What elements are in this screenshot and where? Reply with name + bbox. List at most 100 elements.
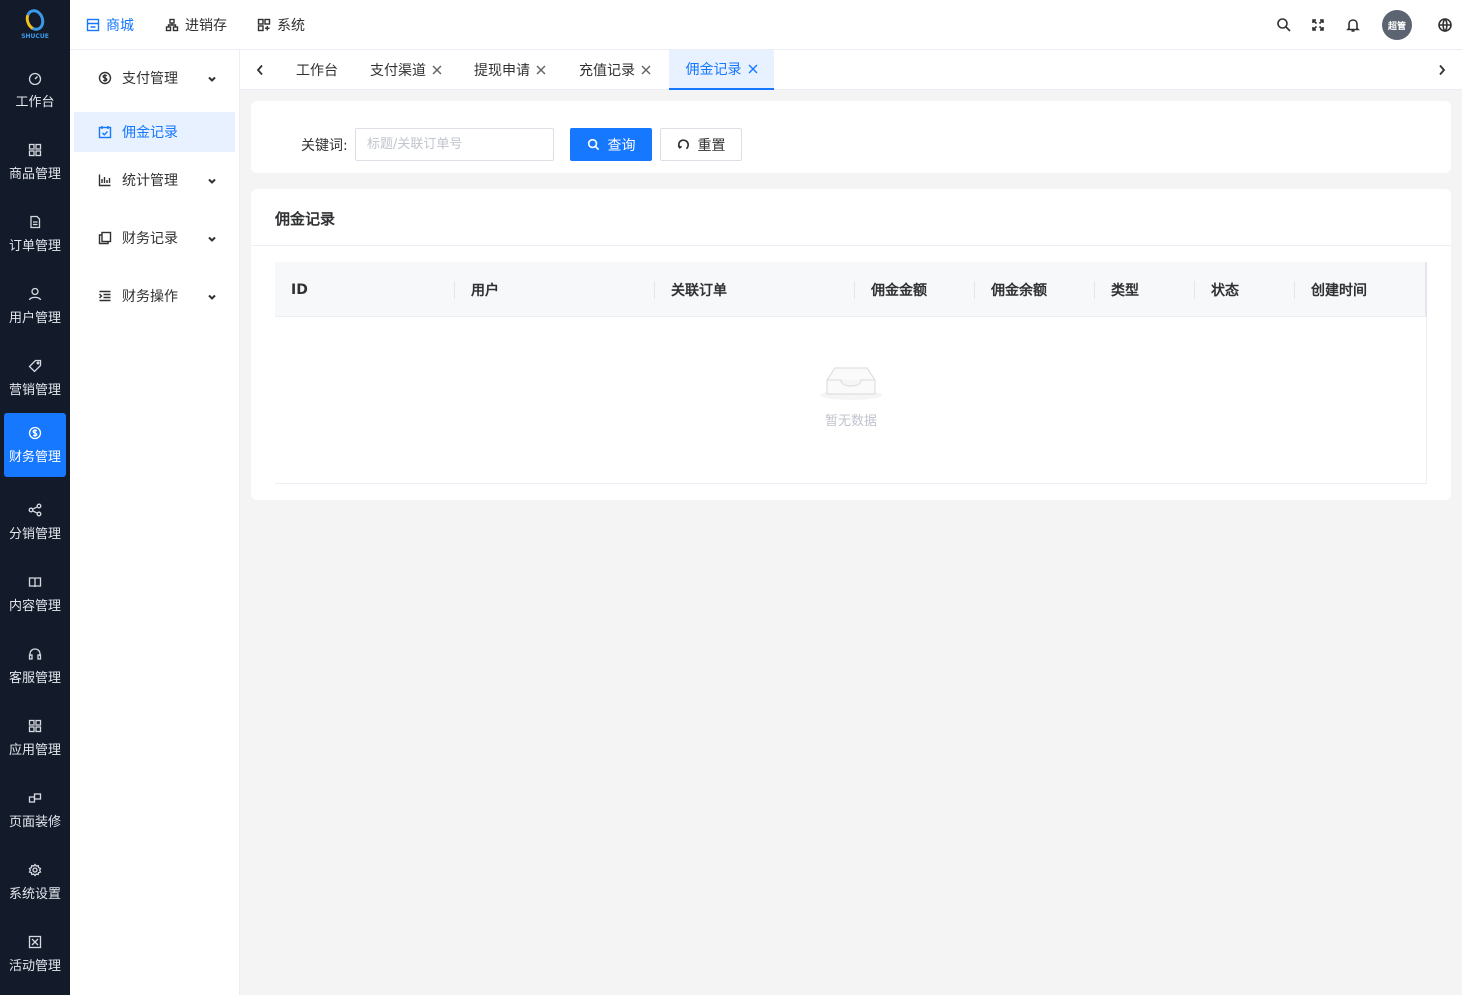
column-header-label: 用户 <box>471 282 499 299</box>
column-header-order[interactable]: 关联订单 <box>655 262 855 317</box>
rail-item-label: 页面装修 <box>8 814 61 830</box>
empty-state: 暂无数据 <box>275 362 1427 429</box>
rail-item-dashboard[interactable]: 工作台 <box>4 58 66 122</box>
rail-item-label: 应用管理 <box>8 742 61 758</box>
rail-item-service[interactable]: 客服管理 <box>4 634 66 698</box>
tab-label: 工作台 <box>296 63 338 79</box>
card-divider <box>251 245 1451 246</box>
empty-text: 暂无数据 <box>824 414 877 429</box>
tab-label: 提现申请 <box>474 63 530 79</box>
bar-chart-icon <box>98 173 112 187</box>
column-header-label: ID <box>291 281 308 298</box>
network-icon <box>165 18 179 32</box>
search-icon <box>587 138 599 151</box>
column-header-commission-amount[interactable]: 佣金金额 <box>855 262 975 317</box>
card-title: 佣金记录 <box>275 210 336 228</box>
keyword-input[interactable] <box>355 128 554 161</box>
submenu-finance-records[interactable]: 财务记录 <box>74 218 235 258</box>
commission-table: ID 用户 关联订单 佣金金额 佣金余额 类型 状态 创建时间 暂无数据 <box>275 262 1427 484</box>
topnav-inventory[interactable]: 进销存 <box>165 0 227 50</box>
rail-item-label: 订单管理 <box>8 238 61 254</box>
records-card: 佣金记录 ID 用户 关联订单 佣金金额 佣金余额 类型 状态 创建时间 暂无数… <box>251 189 1451 500</box>
topnav-label: 商城 <box>106 18 134 34</box>
refresh-icon <box>677 139 689 150</box>
rail-item-label: 分销管理 <box>8 526 61 542</box>
tabs-bar: 工作台 支付渠道 提现申请 充值记录 佣金记录 <box>240 50 1462 90</box>
apps-icon <box>28 719 42 733</box>
system-icon <box>257 18 271 32</box>
close-icon[interactable] <box>641 65 651 75</box>
top-header: 商城 进销存 系统 超管 <box>70 0 1462 50</box>
rail-item-label: 内容管理 <box>8 598 61 614</box>
fullscreen-icon[interactable] <box>1309 16 1327 34</box>
dashboard-icon <box>28 71 42 85</box>
column-header-id[interactable]: ID <box>275 262 455 317</box>
globe-icon[interactable] <box>1436 16 1454 34</box>
close-icon[interactable] <box>536 65 546 75</box>
rail-item-decoration[interactable]: 页面装修 <box>4 778 66 842</box>
rail-item-label: 营销管理 <box>8 382 61 398</box>
copy-icon <box>98 231 112 245</box>
column-header-user[interactable]: 用户 <box>455 262 655 317</box>
submenu-payment[interactable]: 支付管理 <box>74 58 235 98</box>
column-header-label: 状态 <box>1211 282 1239 299</box>
chevron-down-icon <box>207 290 217 300</box>
empty-box-icon <box>820 367 882 400</box>
tab-withdraw-requests[interactable]: 提现申请 <box>463 50 557 90</box>
chevron-down-icon <box>207 232 217 242</box>
tab-label: 充值记录 <box>579 63 635 79</box>
rail-item-marketing[interactable]: 营销管理 <box>4 346 66 410</box>
rail-item-label: 商品管理 <box>8 166 61 182</box>
close-icon[interactable] <box>748 64 758 74</box>
topnav-system[interactable]: 系统 <box>257 0 305 50</box>
calendar-check-icon <box>98 125 112 139</box>
table-header: ID 用户 关联订单 佣金金额 佣金余额 类型 状态 创建时间 <box>275 262 1427 317</box>
column-header-label: 关联订单 <box>671 282 727 299</box>
rail-item-label: 用户管理 <box>8 310 61 326</box>
tab-recharge-records[interactable]: 充值记录 <box>568 50 662 90</box>
column-header-status[interactable]: 状态 <box>1195 262 1295 317</box>
layout-icon <box>28 791 42 805</box>
submenu-statistics[interactable]: 统计管理 <box>74 160 235 200</box>
rail-item-orders[interactable]: 订单管理 <box>4 202 66 266</box>
submenu-commission[interactable]: 佣金记录 <box>74 112 235 152</box>
dollar-circle-icon <box>98 71 112 85</box>
rail-item-users[interactable]: 用户管理 <box>4 274 66 338</box>
logo-mark: SHUCUE <box>20 6 50 43</box>
column-header-type[interactable]: 类型 <box>1095 262 1195 317</box>
topnav-mall[interactable]: 商城 <box>86 0 134 50</box>
column-header-created-at[interactable]: 创建时间 <box>1295 262 1425 317</box>
gear-icon <box>28 862 42 877</box>
close-icon[interactable] <box>432 65 442 75</box>
search-icon[interactable] <box>1275 16 1293 34</box>
reset-button[interactable]: 重置 <box>660 128 742 161</box>
tab-payment-channels[interactable]: 支付渠道 <box>359 50 453 90</box>
tab-dashboard[interactable]: 工作台 <box>284 50 350 90</box>
rail-item-products[interactable]: 商品管理 <box>4 130 66 194</box>
tab-commission-records[interactable]: 佣金记录 <box>669 50 774 90</box>
rail-item-distribution[interactable]: 分销管理 <box>4 490 66 554</box>
rail-item-label: 工作台 <box>15 94 55 110</box>
share-icon <box>28 503 42 517</box>
submenu-finance-ops[interactable]: 财务操作 <box>74 276 235 316</box>
query-button[interactable]: 查询 <box>570 128 652 161</box>
tabs-scroll-left-icon[interactable] <box>253 62 267 78</box>
reset-button-label: 重置 <box>697 136 726 153</box>
column-header-label: 类型 <box>1111 282 1139 299</box>
activity-icon <box>28 935 42 949</box>
app-logo[interactable]: SHUCUE <box>0 0 70 50</box>
store-icon <box>86 18 100 32</box>
topnav-label: 系统 <box>277 18 305 34</box>
rail-item-finance[interactable]: 财务管理 <box>4 413 66 477</box>
headset-icon <box>28 647 42 661</box>
rail-item-settings[interactable]: 系统设置 <box>4 850 66 914</box>
tabs-scroll-right-icon[interactable] <box>1435 62 1449 78</box>
rail-item-content[interactable]: 内容管理 <box>4 562 66 626</box>
document-icon <box>28 215 42 229</box>
column-header-commission-balance[interactable]: 佣金余额 <box>975 262 1095 317</box>
column-header-label: 创建时间 <box>1311 282 1367 299</box>
rail-item-apps[interactable]: 应用管理 <box>4 706 66 770</box>
bell-icon[interactable] <box>1344 16 1362 34</box>
rail-item-activities[interactable]: 活动管理 <box>4 922 66 986</box>
avatar[interactable]: 超管 <box>1382 10 1412 40</box>
